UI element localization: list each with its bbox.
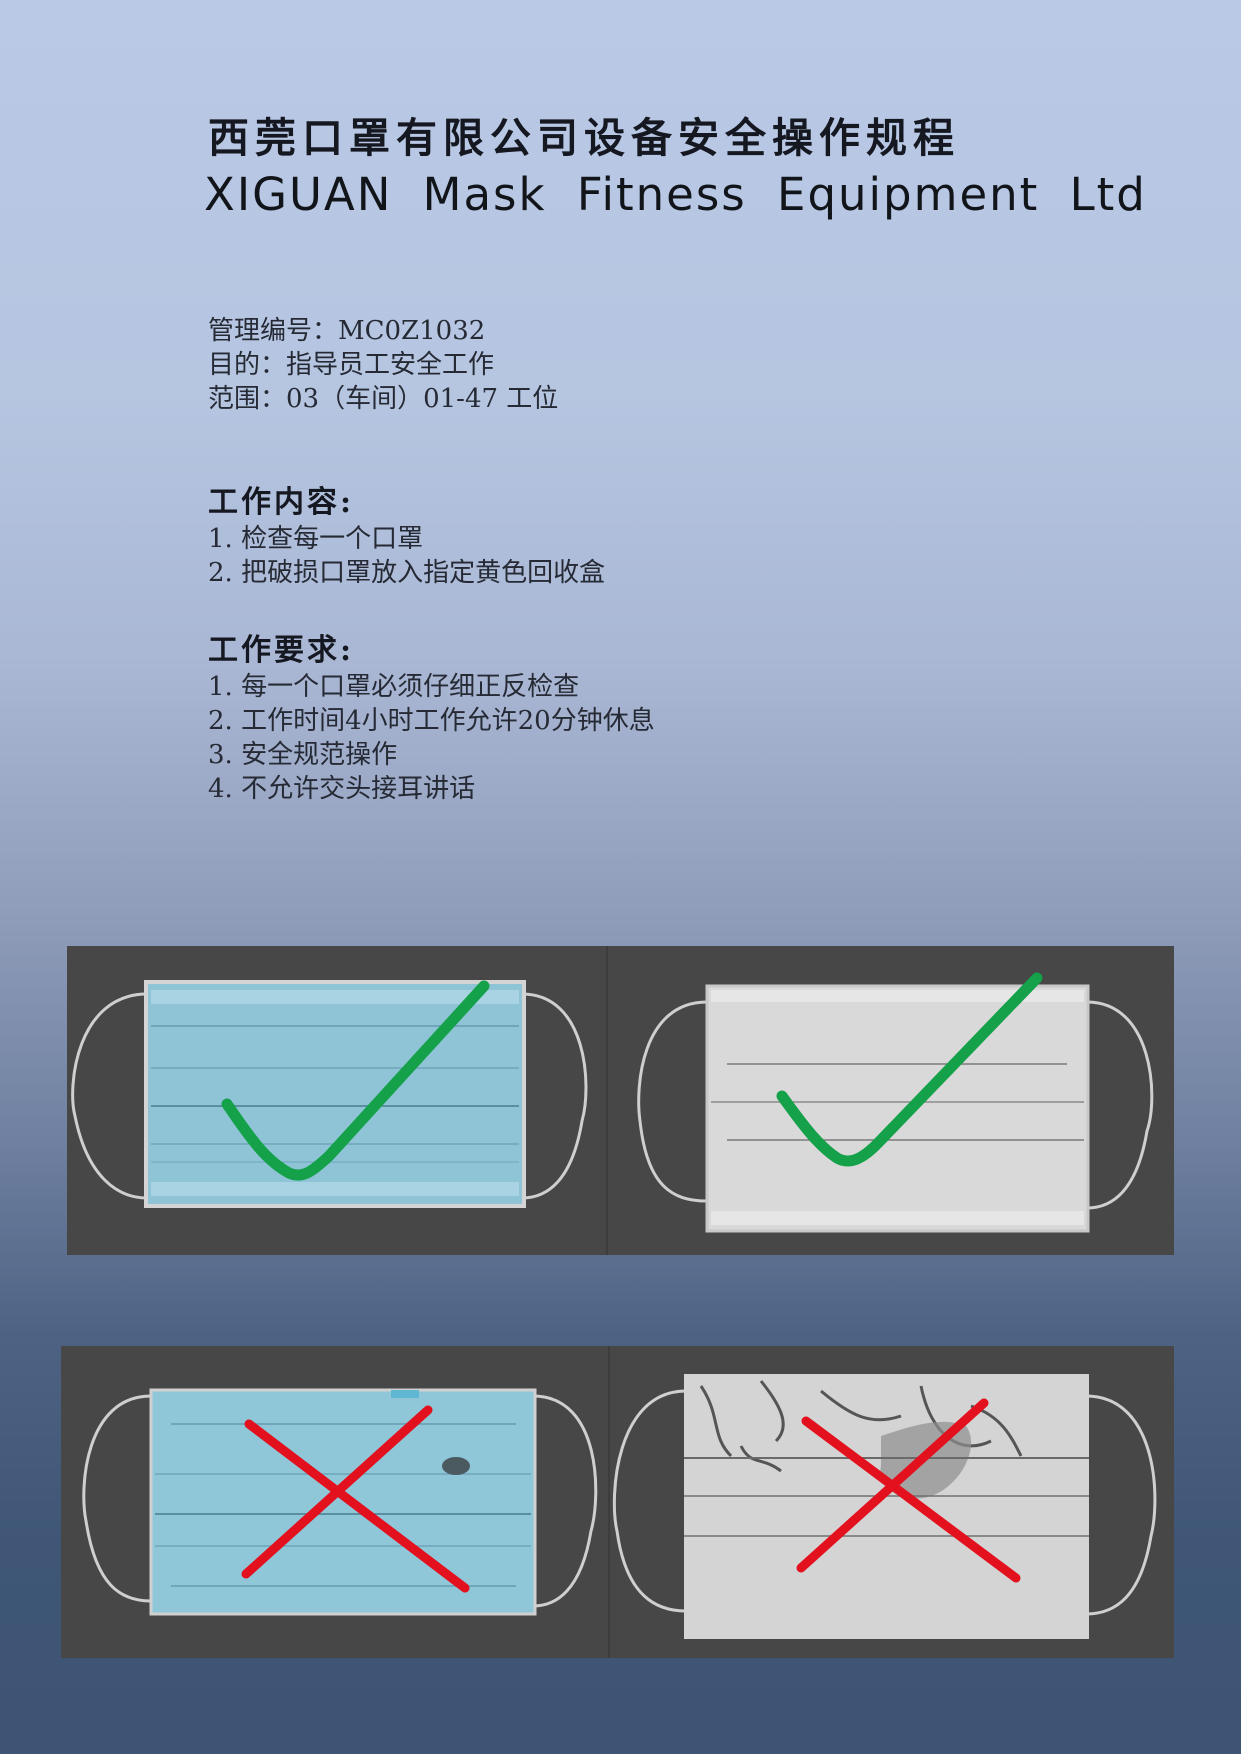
work-content-heading: 工作内容: xyxy=(208,485,355,520)
rejected-masks-illustration xyxy=(82,1346,1157,1658)
management-code: 管理编号：MC0Z1032 xyxy=(208,316,486,346)
white-mask xyxy=(637,984,1154,1233)
purpose-line: 目的：指导员工安全工作 xyxy=(208,350,495,380)
scope-line: 范围：03（车间）01-47 工位 xyxy=(208,384,559,414)
acceptable-masks-panel xyxy=(67,946,1174,1255)
white-mask-dirty xyxy=(612,1374,1157,1639)
company-name: XIGUAN Mask Fitness Equipment Ltd xyxy=(204,168,1147,221)
list-item: 1. 每一个口罩必须仔细正反检查 xyxy=(208,672,580,702)
work-content-section: 工作内容: 1. 检查每一个口罩 2. 把破损口罩放入指定黄色回收盒 xyxy=(208,486,605,590)
list-item: 2. 把破损口罩放入指定黄色回收盒 xyxy=(208,558,606,588)
blue-mask-stained xyxy=(82,1388,598,1616)
page-title: 西莞口罩有限公司设备安全操作规程 xyxy=(208,114,960,162)
work-requirements-heading: 工作要求: xyxy=(208,633,355,668)
list-item: 1. 检查每一个口罩 xyxy=(208,524,424,554)
work-requirements-section: 工作要求: 1. 每一个口罩必须仔细正反检查 2. 工作时间4小时工作允许20分… xyxy=(208,634,655,806)
list-item: 3. 安全规范操作 xyxy=(208,740,398,770)
rejected-masks-panel xyxy=(61,1346,1174,1658)
blue-mask xyxy=(71,980,588,1208)
list-item: 4. 不允许交头接耳讲话 xyxy=(208,774,476,804)
document-meta: 管理编号：MC0Z1032 目的：指导员工安全工作 范围：03（车间）01-47… xyxy=(208,314,558,416)
list-item: 2. 工作时间4小时工作允许20分钟休息 xyxy=(208,706,655,736)
acceptable-masks-illustration xyxy=(71,946,1154,1255)
